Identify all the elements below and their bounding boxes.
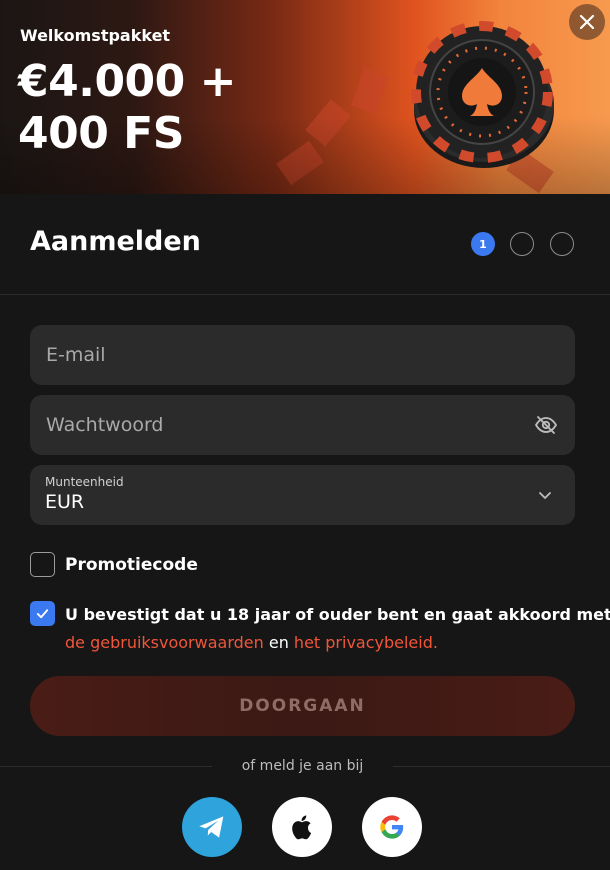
password-field-container [30,395,575,455]
promo-code-label[interactable]: Promotiecode [65,555,198,575]
continue-button[interactable]: DOORGAAN [30,676,575,736]
apple-login-button[interactable] [272,797,332,857]
header-divider [0,294,610,295]
banner-title-line-1: €4.000 + [18,56,236,107]
terms-of-use-link[interactable]: de gebruiksvoorwaarden [65,633,264,652]
terms-checkbox[interactable] [30,601,55,626]
terms-links: de gebruiksvoorwaarden en het privacybel… [65,633,438,652]
chevron-down-icon [539,492,551,499]
casino-chip-image [411,21,554,168]
privacy-policy-link[interactable]: het privacybeleid. [294,633,438,652]
banner-title-line-2: 400 FS [18,108,184,159]
promo-code-checkbox[interactable] [30,552,55,577]
close-button[interactable] [569,4,605,40]
telegram-icon [199,816,224,838]
currency-select[interactable]: Munteenheid EUR [30,465,575,525]
step-indicator-1-label: 1 [479,237,487,251]
google-login-button[interactable] [362,797,422,857]
apple-icon [292,815,312,840]
step-indicator-2 [510,232,534,256]
toggle-password-visibility-button[interactable] [533,412,559,438]
terms-connector: en [263,633,294,652]
email-field[interactable] [30,325,575,385]
page-title: Aanmelden [30,226,201,257]
close-icon [579,14,595,30]
terms-text: U bevestigt dat u 18 jaar of ouder bent … [65,605,610,624]
welcome-banner: Welkomstpakket €4.000 + 400 FS [0,0,610,194]
step-indicator-1: 1 [471,232,495,256]
email-field-container [30,325,575,385]
banner-eyebrow: Welkomstpakket [20,26,171,45]
password-field[interactable] [30,395,575,455]
step-indicator-3 [550,232,574,256]
currency-label: Munteenheid [45,475,124,489]
or-divider-text: of meld je aan bij [241,758,364,774]
check-icon [36,609,49,619]
eye-off-icon [534,416,558,434]
banner-title: €4.000 + 400 FS [18,56,236,160]
currency-value: EUR [45,491,85,513]
google-icon [380,815,404,839]
telegram-login-button[interactable] [182,797,242,857]
